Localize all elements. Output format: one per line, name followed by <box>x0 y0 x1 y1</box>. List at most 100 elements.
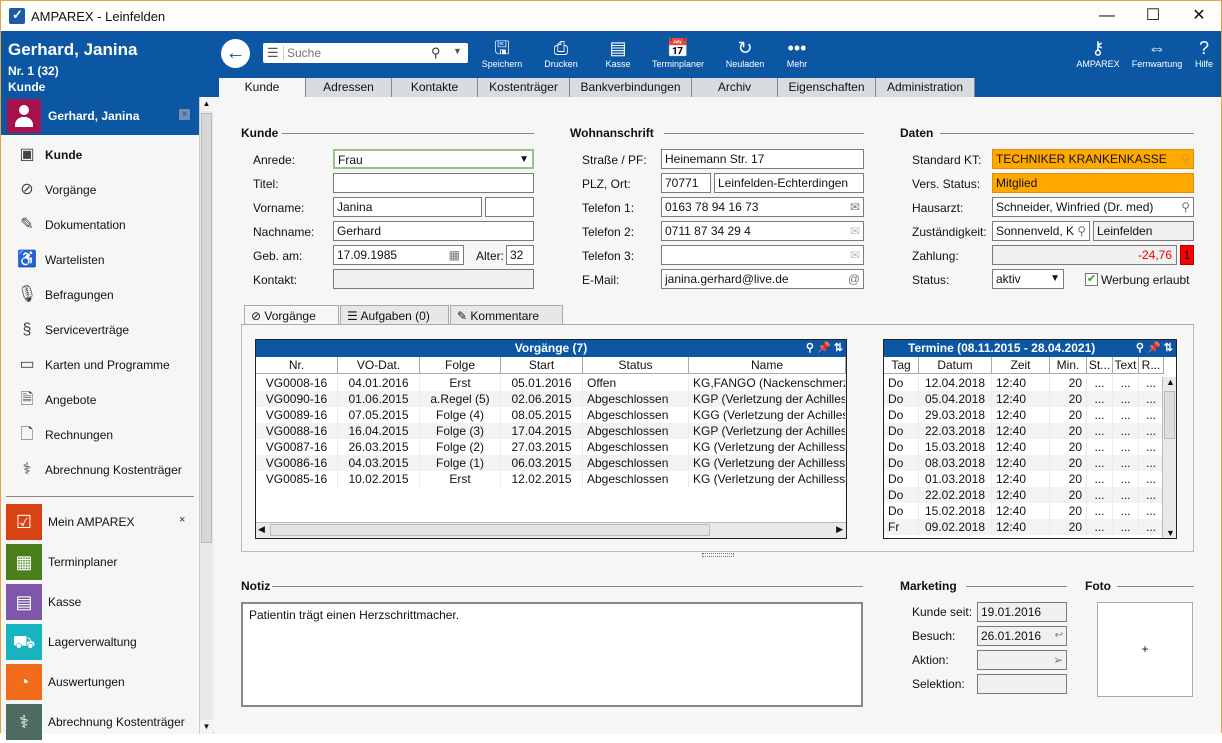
splitter-handle[interactable] <box>702 553 734 557</box>
at-sign-icon[interactable]: @ <box>848 270 860 288</box>
send-paper-plane-icon[interactable]: ➢ <box>1053 651 1063 669</box>
subtab-kommentare[interactable]: ✎ Kommentare <box>450 305 563 326</box>
print-button[interactable]: ⎙ Drucken <box>539 37 583 69</box>
maximize-button[interactable]: ☐ <box>1130 5 1176 27</box>
selektion-field[interactable] <box>977 674 1067 694</box>
sidebar-item-kunde[interactable]: ▣ Kunde <box>1 137 199 172</box>
sms-envelope-icon[interactable]: ✉ <box>850 198 860 216</box>
pin-icon[interactable]: 📌 <box>817 342 831 354</box>
scroll-right-icon[interactable]: ▶ <box>836 524 843 535</box>
search-icon[interactable]: ⚲ <box>431 45 441 61</box>
sidebar-item-rechnungen[interactable]: 🗋 Rechnungen <box>1 417 199 452</box>
scroll-up-icon[interactable]: ▲ <box>1166 377 1175 387</box>
ort-field[interactable]: Leinfelden-Echterdingen <box>714 173 864 193</box>
anrede-select[interactable]: Frau ▼ <box>333 149 534 169</box>
telefon3-field[interactable]: ✉ <box>661 245 864 265</box>
more-button[interactable]: ••• Mehr <box>781 37 813 69</box>
remote-button[interactable]: ⇔ Fernwartung <box>1130 37 1184 69</box>
search-dropdown-icon[interactable]: ▼ <box>453 46 462 56</box>
close-patient-icon[interactable]: × <box>179 109 190 120</box>
titel-field[interactable] <box>333 173 534 193</box>
column-header[interactable]: VO-Dat. <box>338 357 420 374</box>
table-row[interactable]: Do 05.04.2018 12:40 20......... <box>884 391 1164 407</box>
visit-arrow-icon[interactable]: ↩ <box>1055 627 1063 645</box>
sidebar-item-servicevertraege[interactable]: § Serviceverträge <box>1 312 199 347</box>
calendar-button[interactable]: 📅 Terminplaner <box>648 37 708 69</box>
werbung-checkbox[interactable]: ✔ <box>1085 273 1098 286</box>
column-header[interactable]: Status <box>583 357 689 374</box>
telefon1-field[interactable]: 0163 78 94 16 73 ✉ <box>661 197 864 217</box>
table-row[interactable]: Do 01.03.2018 12:40 20......... <box>884 471 1164 487</box>
table-row[interactable]: Do 15.03.2018 12:40 20......... <box>884 439 1164 455</box>
table-row[interactable]: VG0088-16 16.04.2015 Folge (3) 17.04.2015 Ab… <box>256 423 846 439</box>
scroll-up-icon[interactable]: ▲ <box>200 97 213 111</box>
zustaendigkeit-field[interactable]: Sonnenveld, K ⚲ <box>992 221 1090 241</box>
module-abrechnung[interactable]: ⚕ Abrechnung Kostenträger <box>1 703 199 743</box>
search-icon[interactable]: ⚲ <box>806 342 814 354</box>
tab-kunde[interactable]: Kunde <box>219 78 306 98</box>
pin-icon[interactable]: 📌 <box>1147 342 1161 354</box>
cash-register-button[interactable]: ▤ Kasse <box>601 37 635 69</box>
column-header[interactable]: Nr. <box>256 357 338 374</box>
vers-status-field[interactable]: Mitglied <box>992 173 1194 193</box>
module-terminplaner[interactable]: ▦ Terminplaner <box>1 543 199 583</box>
email-field[interactable]: janina.gerhard@live.de @ <box>661 269 864 289</box>
table-row[interactable]: Fr 09.02.2018 12:40 20......... <box>884 519 1164 535</box>
kontakt-field[interactable] <box>333 269 534 289</box>
help-button[interactable]: ? Hilfe <box>1191 37 1217 69</box>
subtab-vorgaenge[interactable]: ⊘ Vorgänge <box>244 305 339 326</box>
column-header[interactable]: Folge <box>420 357 501 374</box>
sidebar-item-angebote[interactable]: 🗎 Angebote <box>1 382 199 417</box>
tab-archiv[interactable]: Archiv <box>692 78 778 97</box>
reload-button[interactable]: ↻ Neuladen <box>722 37 768 69</box>
table-row[interactable]: Do 22.02.2018 12:40 20......... <box>884 487 1164 503</box>
module-lagerverwaltung[interactable]: ⛟ Lagerverwaltung <box>1 623 199 663</box>
search-icon[interactable]: ⚲ <box>1181 150 1190 168</box>
tab-administration[interactable]: Administration <box>876 78 975 97</box>
close-module-icon[interactable]: × <box>179 514 185 526</box>
sidebar-item-karten[interactable]: ▭ Karten und Programme <box>1 347 199 382</box>
scroll-down-icon[interactable]: ▼ <box>1166 528 1175 538</box>
sidebar-item-abrechnung[interactable]: ⚕ Abrechnung Kostenträger <box>1 452 199 487</box>
foto-add-area[interactable]: + <box>1097 602 1193 697</box>
module-auswertungen[interactable]: ◔ Auswertungen <box>1 663 199 703</box>
tab-bankverbindungen[interactable]: Bankverbindungen <box>570 78 692 97</box>
vorname-field[interactable]: Janina <box>333 197 482 217</box>
swap-columns-icon[interactable]: ⇅ <box>834 342 843 354</box>
sidebar-item-befragungen[interactable]: 🎙 Befragungen <box>1 277 199 312</box>
table-row[interactable]: VG0008-16 04.01.2016 Erst 05.01.2016 Offen KG… <box>256 375 846 391</box>
table-row[interactable]: Do 15.02.2018 12:40 20......... <box>884 503 1164 519</box>
calendar-icon[interactable]: ▦ <box>449 246 460 264</box>
scroll-thumb[interactable] <box>1164 391 1175 439</box>
column-header[interactable]: Text <box>1113 357 1139 374</box>
minimize-button[interactable]: — <box>1084 5 1130 27</box>
nachname-field[interactable]: Gerhard <box>333 221 534 241</box>
save-button[interactable]: 🖫 Speichern <box>479 37 525 69</box>
sidebar-scrollbar[interactable]: ▲ ▼ <box>199 97 213 734</box>
geburtsdatum-field[interactable]: 17.09.1985 ▦ <box>333 245 464 265</box>
column-header[interactable]: R... <box>1139 357 1164 374</box>
tab-kontakte[interactable]: Kontakte <box>392 78 478 97</box>
table-row[interactable]: VG0085-16 10.02.2015 Erst 12.02.2015 Abgesch… <box>256 471 846 487</box>
search-icon[interactable]: ⚲ <box>1077 222 1086 240</box>
table-row[interactable]: VG0087-16 26.03.2015 Folge (2) 27.03.2015 Ab… <box>256 439 846 455</box>
status-select[interactable]: aktiv ▼ <box>992 269 1064 289</box>
tab-eigenschaften[interactable]: Eigenschaften <box>778 78 876 97</box>
subtab-aufgaben[interactable]: ☰ Aufgaben (0) <box>340 305 449 326</box>
module-mein-amparex[interactable]: ☑ Mein AMPAREX × <box>1 503 199 543</box>
scroll-thumb[interactable] <box>201 113 212 543</box>
table-row[interactable]: VG0086-16 04.03.2015 Folge (1) 06.03.2015 Ab… <box>256 455 846 471</box>
vorname2-field[interactable] <box>485 197 534 217</box>
tab-adressen[interactable]: Adressen <box>306 78 392 97</box>
column-header[interactable]: St... <box>1087 357 1113 374</box>
standard-kt-field[interactable]: TECHNIKER KRANKENKASSE ⚲ <box>992 149 1194 169</box>
table-row[interactable]: Do 29.03.2018 12:40 20......... <box>884 407 1164 423</box>
scroll-left-icon[interactable]: ◀ <box>258 524 265 535</box>
search-input[interactable] <box>287 45 427 61</box>
notiz-textarea[interactable]: Patientin trägt einen Herzschrittmacher. <box>241 602 863 707</box>
plz-field[interactable]: 70771 <box>661 173 711 193</box>
table-row[interactable]: Do 12.04.2018 12:40 20......... <box>884 375 1164 391</box>
horizontal-scrollbar[interactable]: ◀ ▶ <box>256 522 846 538</box>
column-header[interactable]: Start <box>501 357 583 374</box>
scroll-thumb[interactable] <box>270 524 710 536</box>
